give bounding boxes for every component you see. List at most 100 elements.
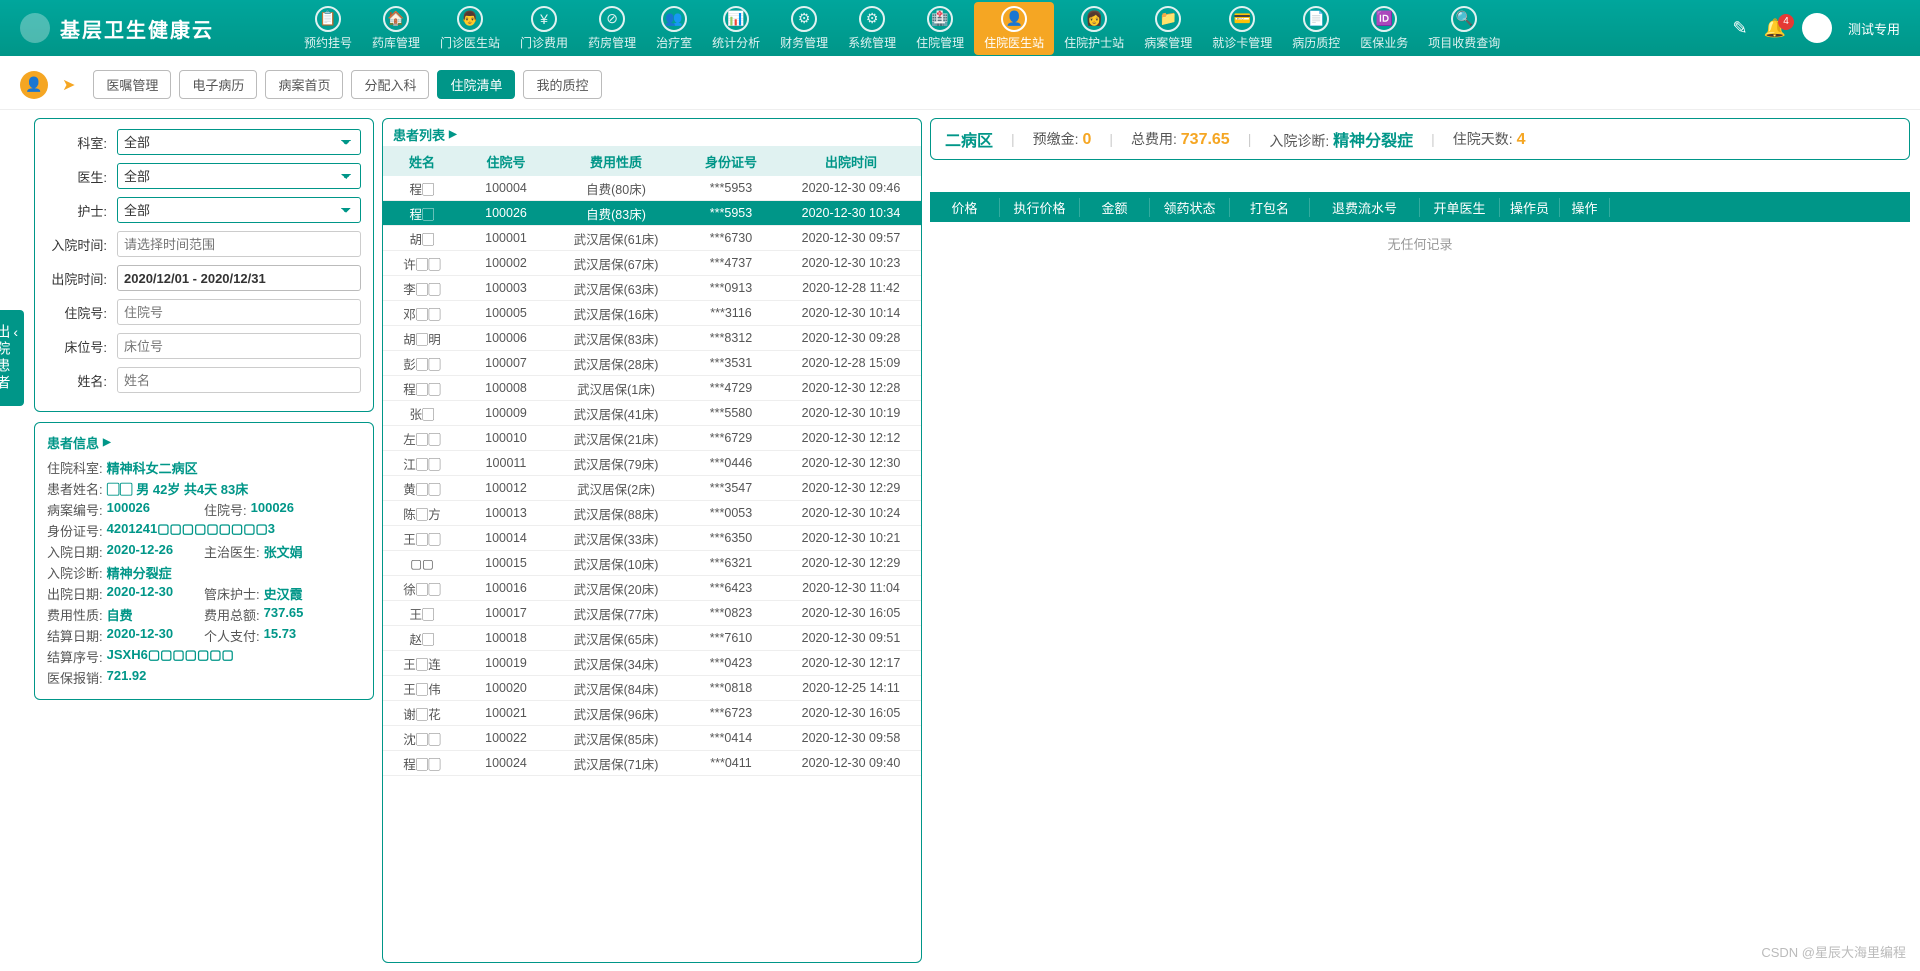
tab-医嘱管理[interactable]: 医嘱管理 [93, 70, 171, 99]
patient-row[interactable]: 邓▢▢100005武汉居保(16床)***31162020-12-30 10:1… [383, 301, 921, 326]
nurse-select[interactable]: 全部 [117, 197, 361, 223]
diagnosis-value: 精神分裂症 [1333, 133, 1413, 150]
main-content: 出院患者 科室:全部 医生:全部 护士:全部 入院时间: 出院时间: 住院号: … [0, 110, 1920, 971]
patient-row[interactable]: 徐▢▢100016武汉居保(20床)***64232020-12-30 11:0… [383, 576, 921, 601]
patient-row[interactable]: 王▢伟100020武汉居保(84床)***08182020-12-25 14:1… [383, 676, 921, 701]
patient-row[interactable]: 彭▢▢100007武汉居保(28床)***35312020-12-28 15:0… [383, 351, 921, 376]
nav-药库管理[interactable]: 🏠药库管理 [362, 2, 430, 55]
label-name: 姓名: [47, 371, 117, 390]
label-discharge: 出院时间: [47, 269, 117, 288]
avatar[interactable] [1802, 13, 1832, 43]
tab-病案首页[interactable]: 病案首页 [265, 70, 343, 99]
patient-row[interactable]: 赵▢100018武汉居保(65床)***76102020-12-30 09:51 [383, 626, 921, 651]
patient-row[interactable]: ▢▢100015武汉居保(10床)***63212020-12-30 12:29 [383, 551, 921, 576]
patient-row[interactable]: 胡▢100001武汉居保(61床)***67302020-12-30 09:57 [383, 226, 921, 251]
nav-icon: ⊘ [599, 6, 625, 32]
nav-icon: 🆔 [1371, 6, 1397, 32]
bed-no-input[interactable] [117, 333, 361, 359]
nav-项目收费查询[interactable]: 🔍项目收费查询 [1418, 2, 1510, 55]
patient-row[interactable]: 王▢100017武汉居保(77床)***08232020-12-30 16:05 [383, 601, 921, 626]
notification-badge: 4 [1778, 14, 1794, 30]
doctor-select[interactable]: 全部 [117, 163, 361, 189]
nav-icon: 👩 [1081, 6, 1107, 32]
patient-row[interactable]: 沈▢▢100022武汉居保(85床)***04142020-12-30 09:5… [383, 726, 921, 751]
detail-empty: 无任何记录 [930, 222, 1910, 265]
discharge-side-tab[interactable]: 出院患者 [0, 310, 24, 406]
detail-table-header: 价格执行价格金额领药状态打包名退费流水号开单医生操作员操作 [930, 192, 1910, 222]
user-circle-icon[interactable]: 👤 [20, 71, 48, 99]
nav-治疗室[interactable]: 👥治疗室 [646, 2, 702, 55]
nav-住院管理[interactable]: 🏥住院管理 [906, 2, 974, 55]
label-bedno: 床位号: [47, 337, 117, 356]
patient-row[interactable]: 谢▢花100021武汉居保(96床)***67232020-12-30 16:0… [383, 701, 921, 726]
patient-info-title: 患者信息 [47, 433, 361, 452]
dept-select[interactable]: 全部 [117, 129, 361, 155]
nav-系统管理[interactable]: ⚙系统管理 [838, 2, 906, 55]
patient-row[interactable]: 陈▢方100013武汉居保(88床)***00532020-12-30 10:2… [383, 501, 921, 526]
nav-icon: 👤 [1001, 6, 1027, 32]
label-nurse: 护士: [47, 201, 117, 220]
tab-分配入科[interactable]: 分配入科 [351, 70, 429, 99]
days-value: 4 [1517, 131, 1526, 148]
left-column: 科室:全部 医生:全部 护士:全部 入院时间: 出院时间: 住院号: 床位号: … [34, 118, 374, 963]
nav-病案管理[interactable]: 📁病案管理 [1134, 2, 1202, 55]
username[interactable]: 测试专用 [1848, 19, 1900, 38]
nav-医保业务[interactable]: 🆔医保业务 [1350, 2, 1418, 55]
nav-住院医生站[interactable]: 👤住院医生站 [974, 2, 1054, 55]
patient-row[interactable]: 程▢▢100024武汉居保(71床)***04112020-12-30 09:4… [383, 751, 921, 776]
nav-门诊医生站[interactable]: 👨门诊医生站 [430, 2, 510, 55]
filter-panel: 科室:全部 医生:全部 护士:全部 入院时间: 出院时间: 住院号: 床位号: … [34, 118, 374, 412]
patient-row[interactable]: 张▢100009武汉居保(41床)***55802020-12-30 10:19 [383, 401, 921, 426]
hosp-no-input[interactable] [117, 299, 361, 325]
patient-row[interactable]: 左▢▢100010武汉居保(21床)***67292020-12-30 12:1… [383, 426, 921, 451]
app-header: 基层卫生健康云 📋预约挂号🏠药库管理👨门诊医生站¥门诊费用⊘药房管理👥治疗室📊统… [0, 0, 1920, 56]
watermark: CSDN @星辰大海里编程 [1761, 942, 1906, 961]
nav-就诊卡管理[interactable]: 💳就诊卡管理 [1202, 2, 1282, 55]
patient-row[interactable]: 黄▢▢100012武汉居保(2床)***35472020-12-30 12:29 [383, 476, 921, 501]
nav-财务管理[interactable]: ⚙财务管理 [770, 2, 838, 55]
bell-icon[interactable]: 🔔4 [1764, 18, 1786, 39]
nav-统计分析[interactable]: 📊统计分析 [702, 2, 770, 55]
nav-icon: 🏥 [927, 6, 953, 32]
nav-药房管理[interactable]: ⊘药房管理 [578, 2, 646, 55]
detail-table: 价格执行价格金额领药状态打包名退费流水号开单医生操作员操作 无任何记录 [930, 192, 1910, 963]
discharge-time-input[interactable] [117, 265, 361, 291]
tab-我的质控[interactable]: 我的质控 [523, 70, 601, 99]
nav-病历质控[interactable]: 📄病历质控 [1282, 2, 1350, 55]
tab-住院清单[interactable]: 住院清单 [437, 70, 515, 99]
tab-电子病历[interactable]: 电子病历 [179, 70, 257, 99]
app-logo: 基层卫生健康云 [20, 13, 214, 43]
nav-icon: 🔍 [1451, 6, 1477, 32]
ward-name: 二病区 [945, 127, 993, 151]
patient-row[interactable]: 王▢▢100014武汉居保(33床)***63502020-12-30 10:2… [383, 526, 921, 551]
nav-icon: ⚙ [791, 6, 817, 32]
label-doctor: 医生: [47, 167, 117, 186]
patient-row[interactable]: 江▢▢100011武汉居保(79床)***04462020-12-30 12:3… [383, 451, 921, 476]
nav-门诊费用[interactable]: ¥门诊费用 [510, 2, 578, 55]
name-input[interactable] [117, 367, 361, 393]
patient-row[interactable]: 胡▢明100006武汉居保(83床)***83122020-12-30 09:2… [383, 326, 921, 351]
label-hospno: 住院号: [47, 303, 117, 322]
patient-list-title: 患者列表 [383, 119, 921, 144]
nav-icon: 📋 [315, 6, 341, 32]
app-title: 基层卫生健康云 [60, 14, 214, 43]
patient-row[interactable]: 程▢▢100008武汉居保(1床)***47292020-12-30 12:28 [383, 376, 921, 401]
nav-住院护士站[interactable]: 👩住院护士站 [1054, 2, 1134, 55]
top-nav: 📋预约挂号🏠药库管理👨门诊医生站¥门诊费用⊘药房管理👥治疗室📊统计分析⚙财务管理… [294, 2, 1510, 55]
nav-icon: 👥 [661, 6, 687, 32]
patient-info-panel: 患者信息 住院科室:精神科女二病区患者姓名:▢▢ 男 42岁 共4天 83床病案… [34, 422, 374, 700]
edit-icon[interactable]: ✎ [1732, 18, 1747, 39]
patient-row[interactable]: 王▢连100019武汉居保(34床)***04232020-12-30 12:1… [383, 651, 921, 676]
patient-row[interactable]: 许▢▢100002武汉居保(67床)***47372020-12-30 10:2… [383, 251, 921, 276]
nav-预约挂号[interactable]: 📋预约挂号 [294, 2, 362, 55]
patient-row[interactable]: 李▢▢100003武汉居保(63床)***09132020-12-28 11:4… [383, 276, 921, 301]
patient-row[interactable]: 程▢100004自费(80床)***59532020-12-30 09:46 [383, 176, 921, 201]
right-column: 二病区 | 预缴金: 0 | 总费用: 737.65 | 入院诊断: 精神分裂症… [930, 118, 1910, 963]
logo-icon [20, 13, 50, 43]
patient-row[interactable]: 程▢100026自费(83床)***59532020-12-30 10:34 [383, 201, 921, 226]
deposit-value: 0 [1082, 131, 1091, 148]
patient-list-panel: 患者列表 姓名住院号费用性质身份证号出院时间 程▢100004自费(80床)**… [382, 118, 922, 963]
nav-icon: 📄 [1303, 6, 1329, 32]
admit-time-input[interactable] [117, 231, 361, 257]
nav-icon: 📁 [1155, 6, 1181, 32]
